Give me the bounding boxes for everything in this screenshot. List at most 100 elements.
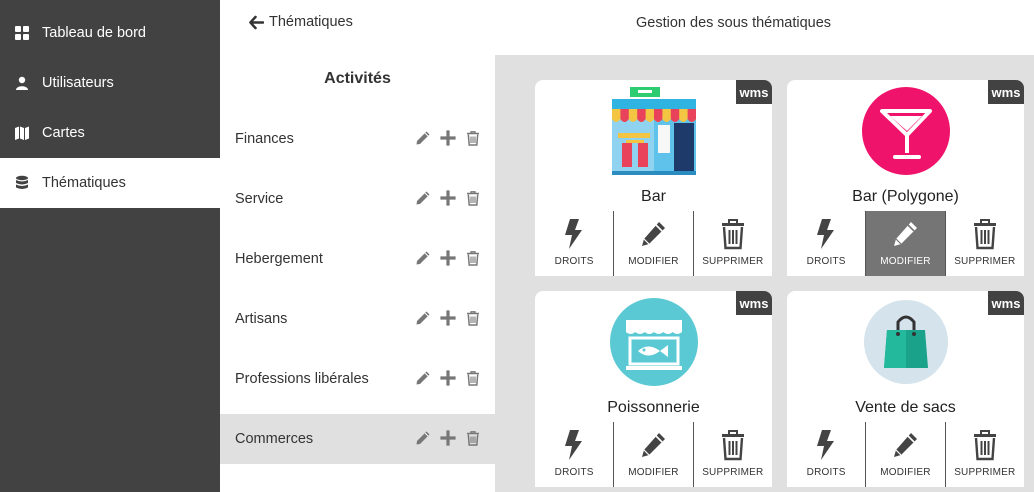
rights-button[interactable]: DROITS: [787, 211, 867, 276]
edit-button-label: MODIFIER: [880, 256, 931, 267]
arrow-left-icon: [249, 15, 264, 29]
card-title: Bar (Polygone): [852, 188, 959, 205]
bolt-icon: [812, 218, 840, 256]
row-actions: [414, 189, 481, 206]
pencil-icon: [639, 218, 667, 256]
sidebar-item-dashboard[interactable]: Tableau de bord: [0, 8, 220, 58]
add-icon[interactable]: [439, 129, 456, 146]
delete-button[interactable]: SUPPRIMER: [946, 422, 1024, 487]
database-icon: [14, 175, 30, 191]
user-icon: [14, 75, 30, 91]
edit-icon[interactable]: [414, 189, 431, 206]
list-item-label: Commerces: [235, 431, 314, 447]
edit-icon[interactable]: [414, 129, 431, 146]
rights-button-label: DROITS: [806, 256, 846, 267]
edit-button-label: MODIFIER: [880, 467, 931, 478]
trash-icon[interactable]: [464, 249, 481, 266]
map-icon: [14, 125, 30, 141]
add-icon[interactable]: [439, 249, 456, 266]
trash-icon[interactable]: [464, 129, 481, 146]
dashboard-icon: [14, 25, 30, 41]
sidebar-item-thematiques[interactable]: Thématiques: [0, 158, 220, 208]
trash-icon: [719, 429, 747, 467]
edit-icon[interactable]: [414, 369, 431, 386]
trash-icon[interactable]: [464, 429, 481, 446]
bolt-icon: [812, 429, 840, 467]
subthematic-card: wms Poissonnerie DROITS MODIFIER SUPPRIM…: [535, 291, 772, 487]
edit-button[interactable]: MODIFIER: [614, 211, 694, 276]
sidebar-item-label: Cartes: [42, 125, 85, 141]
trash-icon: [971, 429, 999, 467]
trash-icon[interactable]: [464, 189, 481, 206]
add-icon[interactable]: [439, 369, 456, 386]
sidebar-item-label: Utilisateurs: [42, 75, 114, 91]
edit-button[interactable]: MODIFIER: [614, 422, 694, 487]
sidebar-item-maps[interactable]: Cartes: [0, 108, 220, 158]
back-link-label: Thématiques: [269, 14, 353, 30]
row-actions: [414, 429, 481, 446]
edit-button[interactable]: MODIFIER: [866, 422, 946, 487]
list-title: Activités: [324, 70, 391, 87]
subthematic-card: wms Bar DROITS MODIFIER SUPPRIMER: [535, 80, 772, 276]
delete-button[interactable]: SUPPRIMER: [946, 211, 1024, 276]
list-item[interactable]: Finances: [220, 114, 495, 164]
edit-button-label: MODIFIER: [628, 256, 679, 267]
list-item[interactable]: Commerces: [220, 414, 495, 464]
add-icon[interactable]: [439, 429, 456, 446]
list-item-label: Professions libérales: [235, 371, 369, 387]
delete-button-label: SUPPRIMER: [702, 467, 764, 478]
trash-icon[interactable]: [464, 309, 481, 326]
edit-button-label: MODIFIER: [628, 467, 679, 478]
bolt-icon: [560, 218, 588, 256]
subthematic-card: wms Bar (Polygone) DROITS MODIFIER SUPPR…: [787, 80, 1024, 276]
pencil-icon: [639, 429, 667, 467]
delete-button-label: SUPPRIMER: [954, 256, 1016, 267]
trash-icon: [719, 218, 747, 256]
row-actions: [414, 129, 481, 146]
rights-button[interactable]: DROITS: [535, 422, 615, 487]
edit-icon[interactable]: [414, 309, 431, 326]
delete-button[interactable]: SUPPRIMER: [694, 211, 772, 276]
list-item[interactable]: Service: [220, 174, 495, 224]
back-link[interactable]: Thématiques: [249, 14, 353, 30]
subthematic-cards-area: wms Bar DROITS MODIFIER SUPPRIMER wms Ba…: [495, 55, 1034, 492]
row-actions: [414, 369, 481, 386]
rights-button[interactable]: DROITS: [787, 422, 867, 487]
add-icon[interactable]: [439, 189, 456, 206]
delete-button[interactable]: SUPPRIMER: [694, 422, 772, 487]
card-actions: DROITS MODIFIER SUPPRIMER: [787, 211, 1024, 276]
rights-button-label: DROITS: [554, 467, 594, 478]
card-title: Bar: [641, 188, 666, 205]
edit-icon[interactable]: [414, 429, 431, 446]
cocktail-icon: [787, 85, 1024, 180]
sidebar: Tableau de bord Utilisateurs Cartes Thém…: [0, 0, 220, 492]
delete-button-label: SUPPRIMER: [954, 467, 1016, 478]
sidebar-item-users[interactable]: Utilisateurs: [0, 58, 220, 108]
list-item-label: Hebergement: [235, 251, 323, 267]
list-item[interactable]: Hebergement: [220, 234, 495, 284]
list-item[interactable]: Artisans: [220, 294, 495, 344]
list-item-label: Service: [235, 191, 284, 207]
sidebar-item-label: Thématiques: [42, 175, 126, 191]
card-title: Poissonnerie: [607, 399, 700, 416]
shopping-bag-icon: [787, 296, 1024, 391]
trash-icon[interactable]: [464, 369, 481, 386]
row-actions: [414, 249, 481, 266]
edit-button[interactable]: MODIFIER: [866, 211, 946, 276]
fish-shop-icon: [535, 296, 772, 391]
edit-icon[interactable]: [414, 249, 431, 266]
list-item[interactable]: Professions libérales: [220, 354, 495, 404]
rights-button[interactable]: DROITS: [535, 211, 615, 276]
category-list-panel: Activités Finances Service Hebergement A…: [220, 55, 495, 492]
add-icon[interactable]: [439, 309, 456, 326]
rights-button-label: DROITS: [806, 467, 846, 478]
card-actions: DROITS MODIFIER SUPPRIMER: [535, 422, 772, 487]
shop-front-icon: [535, 85, 772, 180]
trash-icon: [971, 218, 999, 256]
pencil-icon: [891, 429, 919, 467]
sidebar-item-label: Tableau de bord: [42, 25, 146, 41]
page-title: Gestion des sous thématiques: [636, 15, 832, 31]
bolt-icon: [560, 429, 588, 467]
delete-button-label: SUPPRIMER: [702, 256, 764, 267]
pencil-icon: [891, 218, 919, 256]
